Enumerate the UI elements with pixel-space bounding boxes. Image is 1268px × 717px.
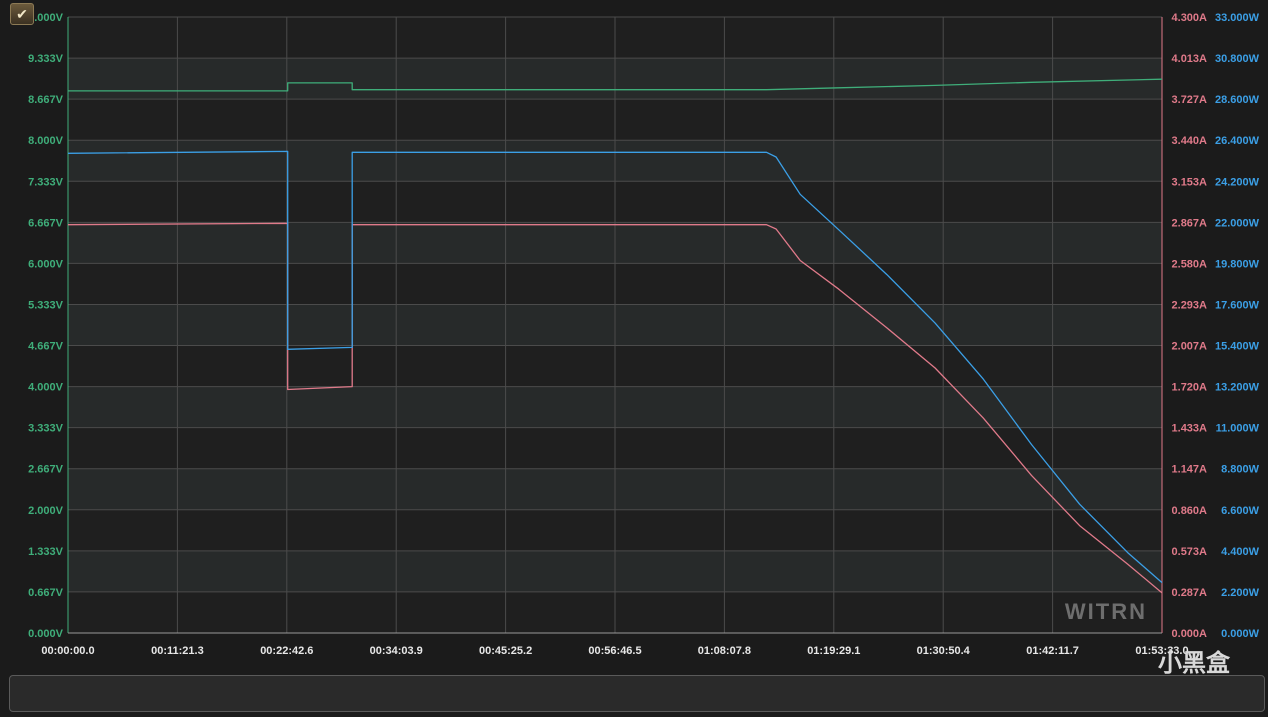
overview-scrollbar[interactable]: [9, 675, 1265, 712]
chart-svg: 0.000V 0.667V 1.333V 2.000V 2.667V 3.333V 4.00…: [22, 12, 1260, 657]
y-tick-voltage: 4.000V: [28, 382, 64, 394]
y-tick-power: 0.000W: [1221, 628, 1260, 640]
y-tick-power: 28.600W: [1215, 94, 1260, 106]
y-tick-voltage: 1.333V: [28, 546, 64, 558]
y-tick-voltage: 4.667V: [28, 341, 64, 353]
x-tick: 00:00:00.0: [41, 645, 94, 657]
brand-logo: WITRN: [1065, 599, 1147, 624]
menu-icon[interactable]: ✔: [10, 3, 34, 25]
y-tick-current: 2.580A: [1172, 258, 1208, 270]
y-tick-power: 33.000W: [1215, 12, 1260, 24]
y-tick-power: 4.400W: [1221, 546, 1260, 558]
y-tick-current: 0.000A: [1172, 628, 1208, 640]
menu-glyph: ✔: [16, 6, 28, 22]
y-tick-current: 3.440A: [1172, 135, 1208, 147]
y-tick-voltage: 8.000V: [28, 135, 64, 147]
y-tick-voltage: 0.000V: [28, 628, 64, 640]
y-tick-current: 0.860A: [1172, 505, 1208, 517]
x-tick: 00:56:46.5: [588, 645, 641, 657]
y-tick-current: 0.287A: [1172, 587, 1208, 599]
x-tick: 00:34:03.9: [370, 645, 423, 657]
y-tick-voltage: 6.000V: [28, 258, 64, 270]
y-tick-power: 26.400W: [1215, 135, 1260, 147]
y-tick-power: 30.800W: [1215, 53, 1260, 65]
y-tick-current: 3.727A: [1172, 94, 1208, 106]
y-tick-current: 3.153A: [1172, 176, 1208, 188]
x-tick: 01:19:29.1: [807, 645, 860, 657]
y-tick-power: 6.600W: [1221, 505, 1260, 517]
y-tick-current: 0.573A: [1172, 546, 1208, 558]
y-tick-power: 13.200W: [1215, 382, 1260, 394]
y-tick-voltage: 9.333V: [28, 53, 64, 65]
y-tick-current: 4.300A: [1172, 12, 1208, 24]
x-tick: 00:45:25.2: [479, 645, 532, 657]
y-tick-current: 2.293A: [1172, 299, 1208, 311]
x-tick: 01:08:07.8: [698, 645, 751, 657]
y-tick-voltage: 5.333V: [28, 299, 64, 311]
y-tick-current: 2.867A: [1172, 217, 1208, 229]
y-tick-voltage: 6.667V: [28, 217, 64, 229]
chart: 0.000V 0.667V 1.333V 2.000V 2.667V 3.333V 4.00…: [0, 0, 1268, 712]
y-tick-power: 17.600W: [1215, 299, 1260, 311]
y-tick-power: 19.800W: [1215, 258, 1260, 270]
y-tick-voltage: 7.333V: [28, 176, 64, 188]
x-tick: 01:42:11.7: [1026, 645, 1079, 657]
y-tick-power: 11.000W: [1216, 423, 1260, 435]
y-tick-current: 1.720A: [1172, 382, 1208, 394]
y-tick-power: 22.000W: [1215, 217, 1260, 229]
y-tick-voltage: 0.667V: [28, 587, 64, 599]
y-tick-current: 2.007A: [1172, 341, 1208, 353]
x-tick: 00:22:42.6: [260, 645, 313, 657]
y-tick-power: 24.200W: [1215, 176, 1260, 188]
y-tick-current: 1.433A: [1172, 423, 1208, 435]
y-tick-current: 1.147A: [1172, 464, 1208, 476]
y-tick-voltage: 8.667V: [28, 94, 64, 106]
x-tick: 01:30:50.4: [917, 645, 971, 657]
x-tick: 00:11:21.3: [151, 645, 204, 657]
watermark-label: 小黑盒: [1158, 649, 1230, 677]
y-tick-power: 2.200W: [1221, 587, 1260, 599]
y-tick-voltage: 2.000V: [28, 505, 64, 517]
y-tick-power: 8.800W: [1221, 464, 1260, 476]
y-tick-power: 15.400W: [1215, 341, 1260, 353]
y-tick-current: 4.013A: [1172, 53, 1208, 65]
y-tick-voltage: 3.333V: [28, 423, 64, 435]
y-tick-voltage: 2.667V: [28, 464, 64, 476]
